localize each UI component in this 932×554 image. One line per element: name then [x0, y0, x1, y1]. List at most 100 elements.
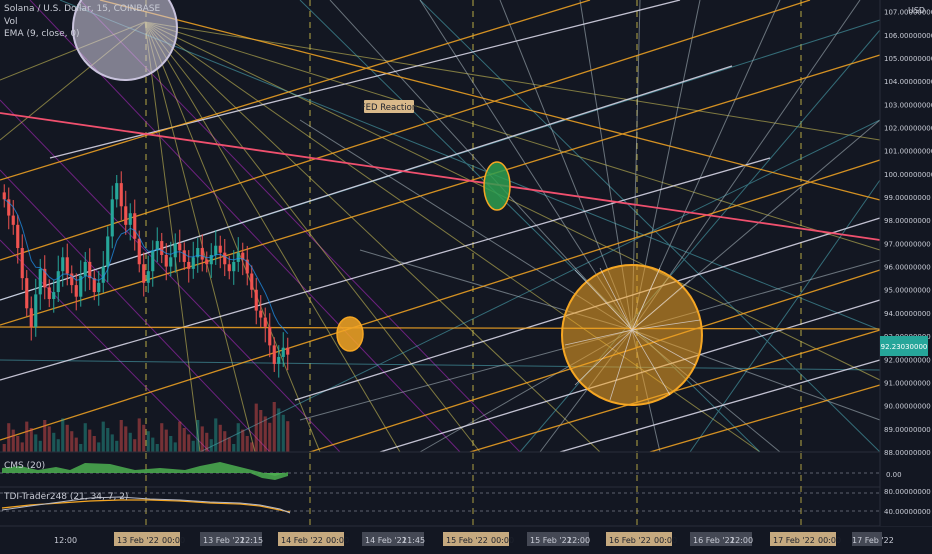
volume-bar — [25, 421, 29, 452]
ema-legend[interactable]: EMA (9, close, 0) — [4, 29, 80, 39]
volume-bar — [254, 403, 258, 452]
candle-body — [2, 192, 6, 200]
cms-pane-title[interactable]: CMS (20) — [4, 461, 45, 471]
candle-body — [146, 271, 150, 283]
time-label: 00:00 — [491, 536, 514, 545]
time-label: 12:00 — [567, 536, 590, 545]
time-label: 12:00 — [54, 536, 77, 545]
y-tick-label: 91.00000000 — [884, 379, 931, 387]
volume-bar — [56, 439, 60, 452]
volume-bar — [272, 402, 276, 452]
candle-body — [254, 289, 258, 311]
y-tick-label: 101.00000000 — [884, 148, 932, 156]
volume-bar — [142, 424, 146, 452]
candle-body — [92, 278, 96, 293]
current-price-tag: 92.23030000 — [880, 336, 928, 356]
time-label: 00:00 — [818, 536, 841, 545]
candle-body — [20, 248, 24, 279]
candle-body — [34, 294, 38, 327]
volume-bar — [128, 432, 132, 452]
volume-bar — [119, 420, 123, 452]
volume-bar — [34, 434, 38, 452]
volume-bar — [124, 426, 128, 452]
volume-bar — [65, 424, 69, 452]
volume-bar — [250, 442, 254, 452]
candle-body — [232, 261, 236, 272]
y-tick-label: 102.00000000 — [884, 124, 932, 132]
candle-body — [200, 248, 204, 260]
volume-bar — [268, 422, 272, 452]
volume-bar — [187, 434, 191, 452]
y-tick-label: 98.00000000 — [884, 217, 931, 225]
candle-body — [83, 261, 87, 276]
symbol-legend[interactable]: Solana / U.S. Dollar, 15, COINBASE — [4, 4, 160, 14]
y-tick-label: 104.00000000 — [884, 78, 932, 86]
volume-bar — [16, 436, 20, 452]
green-ellipse[interactable] — [483, 161, 511, 211]
volume-bar — [205, 432, 209, 452]
current-price-text: 92.23030000 — [881, 343, 928, 351]
time-label: 13 Feb '22 — [203, 536, 245, 545]
volume-bar — [2, 444, 6, 452]
volume-bar — [236, 423, 240, 452]
small-orange-ellipse[interactable] — [336, 316, 364, 352]
volume-bar — [74, 437, 78, 452]
volume-bar — [79, 444, 83, 452]
tdi-tick-40: 40.00000000 — [884, 508, 931, 516]
candle-body — [97, 282, 101, 293]
volume-bar — [232, 444, 236, 452]
candle-body — [74, 285, 78, 297]
candle-body — [124, 206, 128, 225]
volume-bar — [38, 440, 42, 452]
volume-bar — [286, 421, 290, 452]
time-label: 13 Feb '22 — [117, 536, 159, 545]
volume-bar — [241, 429, 245, 452]
volume-bar — [92, 436, 96, 452]
time-label: 17 Feb '22 — [773, 536, 815, 545]
volume-bar — [173, 442, 177, 452]
candle-body — [187, 261, 191, 269]
volume-bar — [277, 408, 281, 452]
chart-svg[interactable]: FED Reaction 88.00000000 89.00000000 90.00… — [0, 0, 932, 550]
time-label: 16 Feb '22 — [609, 536, 651, 545]
volume-bar — [169, 436, 173, 452]
volume-bar — [11, 429, 15, 452]
fed-reaction-note[interactable]: FED Reaction — [361, 100, 417, 113]
candle-body — [47, 287, 51, 300]
tdi-pane-title[interactable]: TDI-Trader248 (21, 34, 7, 2) — [4, 492, 128, 502]
candle-body — [277, 356, 281, 364]
candle-body — [268, 326, 272, 346]
candle-body — [25, 278, 29, 309]
candle-body — [137, 238, 141, 265]
candle-body — [169, 257, 173, 267]
time-label: 00:00 — [162, 536, 185, 545]
volume-bar — [245, 436, 249, 452]
volume-bar — [133, 439, 137, 452]
volume-bar — [209, 439, 213, 452]
candle-body — [119, 183, 123, 207]
candle-body — [88, 261, 92, 279]
y-tick-label: 90.00000000 — [884, 403, 931, 411]
candle-body — [11, 215, 15, 225]
y-tick-label: 88.00000000 — [884, 449, 931, 457]
candle-body — [52, 292, 56, 300]
large-orange-circle[interactable] — [561, 264, 703, 406]
volume-bar — [218, 424, 222, 452]
candle-body — [160, 241, 164, 255]
volume-bar — [29, 428, 33, 452]
y-tick-label: 105.00000000 — [884, 55, 932, 63]
candle-body — [110, 199, 114, 237]
time-label: 00:00 — [326, 536, 349, 545]
volume-bar — [196, 420, 200, 452]
time-label: 00:00 — [654, 536, 677, 545]
fed-reaction-text: FED Reaction — [361, 103, 417, 113]
y-tick-label: 95.00000000 — [884, 287, 931, 295]
volume-legend[interactable]: Vol — [4, 17, 17, 27]
volume-bar — [47, 426, 51, 452]
candle-body — [142, 264, 146, 283]
y-tick-label: 106.00000000 — [884, 32, 932, 40]
volume-bar — [200, 426, 204, 452]
candle-body — [173, 243, 177, 258]
chart-area[interactable]: FED Reaction 88.00000000 89.00000000 90.00… — [0, 0, 932, 550]
y-tick-label: 92.00000000 — [884, 356, 931, 364]
